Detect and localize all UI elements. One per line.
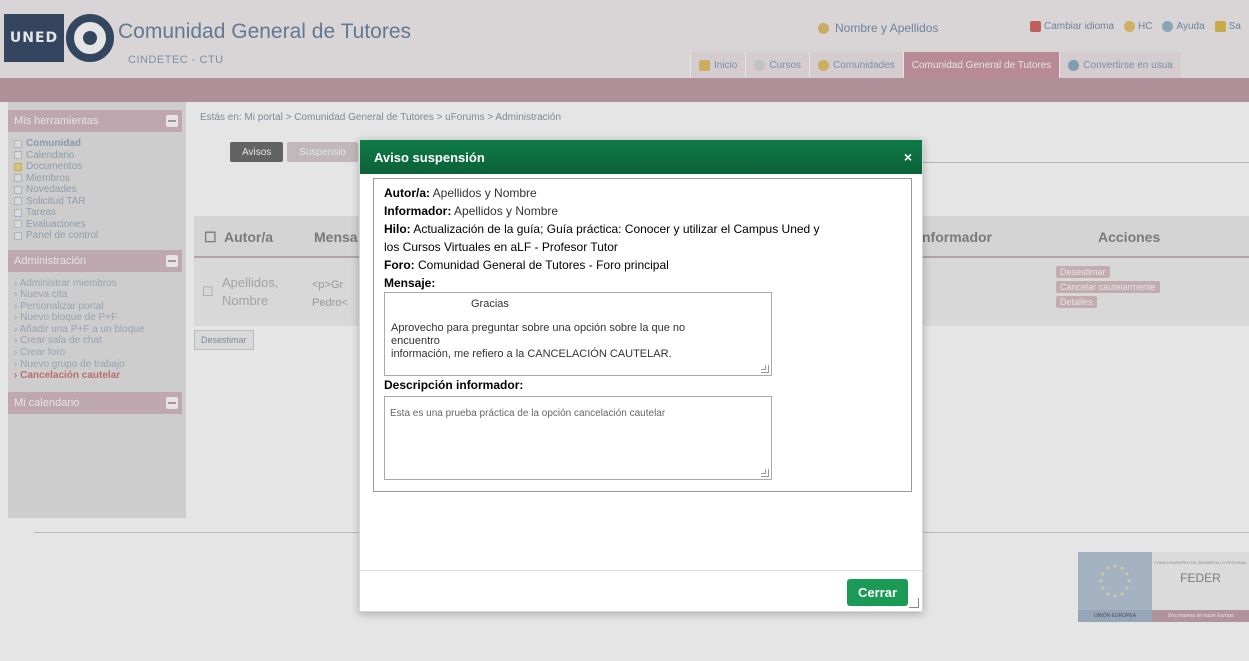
hilo-label: Hilo: <box>384 222 411 236</box>
informador-field: Informador: Apellidos y Nombre <box>384 202 903 220</box>
descripcion-label: Descripción informador: <box>384 378 524 392</box>
mensaje-line: información, me refiero a la CANCELACIÓN… <box>391 348 672 360</box>
autor-field: Autor/a: Apellidos y Nombre <box>384 184 903 202</box>
dialog-footer-divider <box>360 570 922 571</box>
hilo-value: Actualización de la guía; Guía práctica:… <box>413 222 820 236</box>
dialog-resize-icon[interactable] <box>909 598 919 608</box>
mensaje-textarea[interactable]: Gracias Aprovecho para preguntar sobre u… <box>384 292 772 376</box>
mensaje-line: Aprovecho para preguntar sobre una opció… <box>391 322 686 334</box>
mensaje-label-row: Mensaje: <box>384 274 903 292</box>
mensaje-line: encuentro <box>391 335 440 347</box>
dialog-header[interactable]: Aviso suspensión × <box>360 140 922 174</box>
autor-label: Autor/a: <box>384 186 430 200</box>
hilo-value-continued: los Cursos Virtuales en aLF - Profesor T… <box>384 240 618 254</box>
informador-value: Apellidos y Nombre <box>454 204 559 218</box>
resize-handle-icon[interactable] <box>761 469 769 477</box>
descripcion-value: Esta es una prueba práctica de la opción… <box>390 408 666 419</box>
foro-label: Foro: <box>384 258 415 272</box>
close-icon[interactable]: × <box>904 149 912 165</box>
informador-label: Informador: <box>384 204 452 218</box>
autor-value: Apellidos y Nombre <box>432 186 537 200</box>
hilo-field-continued: los Cursos Virtuales en aLF - Profesor T… <box>384 238 903 256</box>
dialog-title: Aviso suspensión <box>374 149 485 165</box>
hilo-field: Hilo: Actualización de la guía; Guía prá… <box>384 220 903 238</box>
foro-value: Comunidad General de Tutores - Foro prin… <box>418 258 669 272</box>
mensaje-line: Gracias <box>471 298 509 310</box>
cerrar-button[interactable]: Cerrar <box>847 579 908 606</box>
resize-handle-icon[interactable] <box>761 365 769 373</box>
mensaje-label: Mensaje: <box>384 276 436 290</box>
descripcion-label-row: Descripción informador: <box>384 376 903 394</box>
aviso-suspension-dialog: Aviso suspensión × Autor/a: Apellidos y … <box>359 139 923 612</box>
descripcion-textarea[interactable]: Esta es una prueba práctica de la opción… <box>384 396 772 480</box>
foro-field: Foro: Comunidad General de Tutores - For… <box>384 256 903 274</box>
dialog-content: Autor/a: Apellidos y Nombre Informador: … <box>373 178 912 492</box>
